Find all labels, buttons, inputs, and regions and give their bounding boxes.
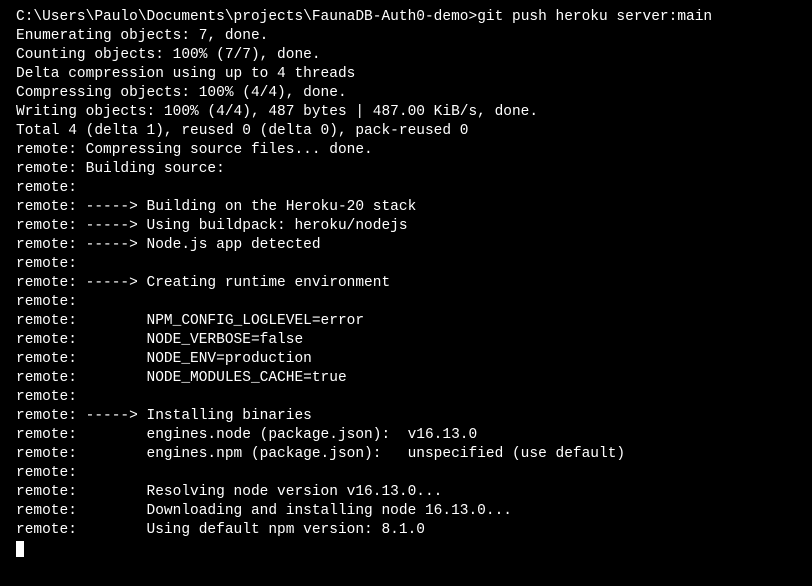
output-line: remote: [16,179,796,198]
output-line: remote: -----> Using buildpack: heroku/n… [16,217,796,236]
output-line: remote: Using default npm version: 8.1.0 [16,521,796,540]
output-line: remote: [16,388,796,407]
output-line: remote: Resolving node version v16.13.0.… [16,483,796,502]
output-line: remote: engines.node (package.json): v16… [16,426,796,445]
output-line: remote: Building source: [16,160,796,179]
prompt: C:\Users\Paulo\Documents\projects\FaunaD… [16,9,477,25]
terminal-window[interactable]: C:\Users\Paulo\Documents\projects\FaunaD… [16,8,796,559]
output-line: remote: Compressing source files... done… [16,141,796,160]
output-line: remote: Downloading and installing node … [16,502,796,521]
output-line: remote: engines.npm (package.json): unsp… [16,445,796,464]
output-line: remote: [16,293,796,312]
output-line: Counting objects: 100% (7/7), done. [16,46,796,65]
output-line: remote: -----> Node.js app detected [16,236,796,255]
cursor-icon [16,541,24,557]
output-line: remote: -----> Building on the Heroku-20… [16,198,796,217]
output-line: Compressing objects: 100% (4/4), done. [16,84,796,103]
output-line: Delta compression using up to 4 threads [16,65,796,84]
command: git push heroku server:main [477,9,712,25]
output-line: remote: -----> Installing binaries [16,407,796,426]
command-line: C:\Users\Paulo\Documents\projects\FaunaD… [16,8,796,27]
output-line: Writing objects: 100% (4/4), 487 bytes |… [16,103,796,122]
output-line: Enumerating objects: 7, done. [16,27,796,46]
output-line: remote: -----> Creating runtime environm… [16,274,796,293]
output-line: remote: NODE_MODULES_CACHE=true [16,369,796,388]
output-line: remote: [16,464,796,483]
output-line: Total 4 (delta 1), reused 0 (delta 0), p… [16,122,796,141]
output-line: remote: [16,255,796,274]
cursor-line [16,540,796,559]
output-line: remote: NODE_ENV=production [16,350,796,369]
output-line: remote: NODE_VERBOSE=false [16,331,796,350]
output-line: remote: NPM_CONFIG_LOGLEVEL=error [16,312,796,331]
